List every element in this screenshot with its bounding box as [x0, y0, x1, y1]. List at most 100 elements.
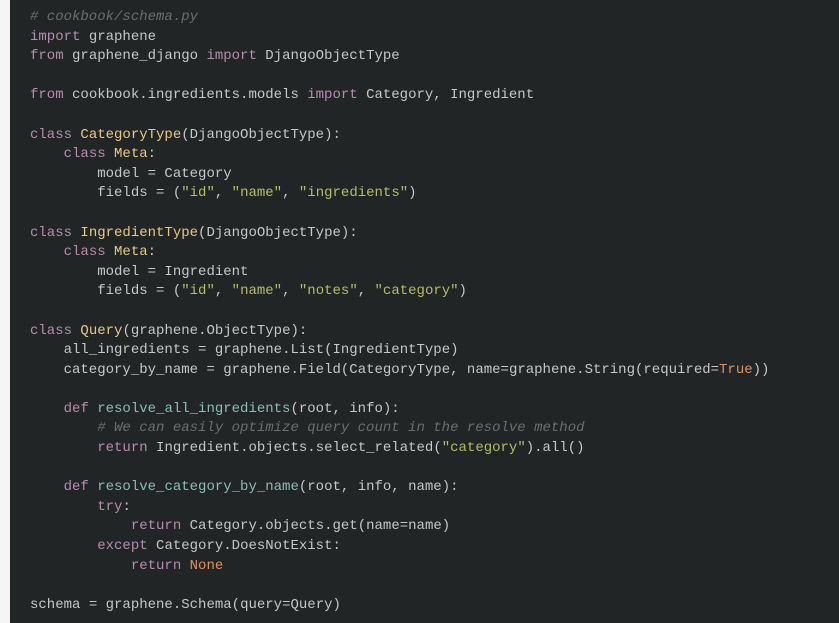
- ident: graphene: [509, 362, 576, 378]
- colon: :: [148, 244, 156, 260]
- op: =: [148, 264, 156, 280]
- ident: graphene_django: [64, 48, 207, 64]
- kw-class: class: [64, 146, 106, 162]
- ident: Query: [291, 597, 333, 613]
- paren: (: [232, 597, 240, 613]
- ident: DoesNotExist: [232, 538, 333, 554]
- field: model: [30, 166, 148, 182]
- op: =: [206, 362, 214, 378]
- param: query: [240, 597, 282, 613]
- class-name: CategoryType: [72, 127, 181, 143]
- kw-return: return: [131, 558, 181, 574]
- op: =: [501, 362, 509, 378]
- code-comment: # cookbook/schema.py: [30, 9, 198, 25]
- ident: Ingredient: [156, 264, 248, 280]
- field: fields: [30, 185, 156, 201]
- comma: ,: [282, 185, 299, 201]
- ident: Category: [156, 166, 232, 182]
- class-name: Meta: [106, 146, 148, 162]
- ident: , name: [450, 362, 500, 378]
- paren: ): [450, 342, 458, 358]
- param: required: [643, 362, 710, 378]
- kw-import: import: [30, 29, 80, 45]
- paren: ): [526, 440, 534, 456]
- paren: ): [333, 597, 341, 613]
- colon: :: [333, 538, 341, 554]
- dot: .: [223, 538, 231, 554]
- ident: objects: [248, 440, 307, 456]
- kw-import: import: [307, 87, 357, 103]
- base-class: DjangoObjectType: [206, 225, 340, 241]
- paren: ):: [290, 323, 307, 339]
- func-name: resolve_all_ingredients: [89, 401, 291, 417]
- paren: (: [164, 185, 181, 201]
- dot: .: [290, 362, 298, 378]
- kw-return: return: [97, 440, 147, 456]
- kw-from: from: [30, 87, 64, 103]
- string: "category": [442, 440, 526, 456]
- ident: graphene: [97, 597, 173, 613]
- ident: cookbook.ingredients.models: [64, 87, 308, 103]
- paren: ):: [324, 127, 341, 143]
- field: all_ingredients: [30, 342, 198, 358]
- op: =: [282, 597, 290, 613]
- string: "id": [181, 283, 215, 299]
- kw-import: import: [206, 48, 256, 64]
- ident: CategoryType: [349, 362, 450, 378]
- func-name: resolve_category_by_name: [89, 479, 299, 495]
- comma: ,: [215, 185, 232, 201]
- kw-def: def: [64, 479, 89, 495]
- kw-except: except: [97, 538, 147, 554]
- params: root, info, name: [307, 479, 441, 495]
- left-gutter: [0, 0, 10, 623]
- params: root, info: [299, 401, 383, 417]
- dot: .: [307, 440, 315, 456]
- paren: ): [459, 283, 467, 299]
- dot: .: [173, 597, 181, 613]
- paren: (): [568, 440, 585, 456]
- ident: DjangoObjectType: [257, 48, 400, 64]
- paren: (: [181, 127, 189, 143]
- ident: Ingredient: [148, 440, 240, 456]
- paren: ):: [383, 401, 400, 417]
- ident: Field: [299, 362, 341, 378]
- paren: ):: [341, 225, 358, 241]
- base-class: DjangoObjectType: [190, 127, 324, 143]
- code-block: # cookbook/schema.py import graphene fro…: [10, 0, 769, 623]
- kw-class: class: [30, 127, 72, 143]
- kw-try: try: [97, 499, 122, 515]
- paren: (: [122, 323, 130, 339]
- colon: :: [148, 146, 156, 162]
- ident: List: [290, 342, 324, 358]
- class-name: Meta: [106, 244, 148, 260]
- op: =: [400, 518, 408, 534]
- kw-class: class: [64, 244, 106, 260]
- ident: Category, Ingredient: [358, 87, 534, 103]
- comma: ,: [215, 283, 232, 299]
- field: fields: [30, 283, 156, 299]
- kw-from: from: [30, 48, 64, 64]
- paren: ): [408, 185, 416, 201]
- comma: ,: [282, 283, 299, 299]
- ident: String: [585, 362, 635, 378]
- comma: ,: [358, 283, 375, 299]
- kw-return: return: [131, 518, 181, 534]
- kw-def: def: [64, 401, 89, 417]
- string: "id": [181, 185, 215, 201]
- string: "category": [375, 283, 459, 299]
- class-name: Query: [72, 323, 122, 339]
- op: =: [711, 362, 719, 378]
- kw-class: class: [30, 225, 72, 241]
- paren: (: [358, 518, 366, 534]
- class-name: IngredientType: [72, 225, 198, 241]
- string: "name": [232, 283, 282, 299]
- ident: Category: [148, 538, 224, 554]
- paren: (: [164, 283, 181, 299]
- op: =: [148, 166, 156, 182]
- ident: Schema: [181, 597, 231, 613]
- ident: schema: [30, 597, 89, 613]
- ident: graphene: [131, 323, 198, 339]
- dot: .: [534, 440, 542, 456]
- paren: )): [753, 362, 770, 378]
- dot: .: [576, 362, 584, 378]
